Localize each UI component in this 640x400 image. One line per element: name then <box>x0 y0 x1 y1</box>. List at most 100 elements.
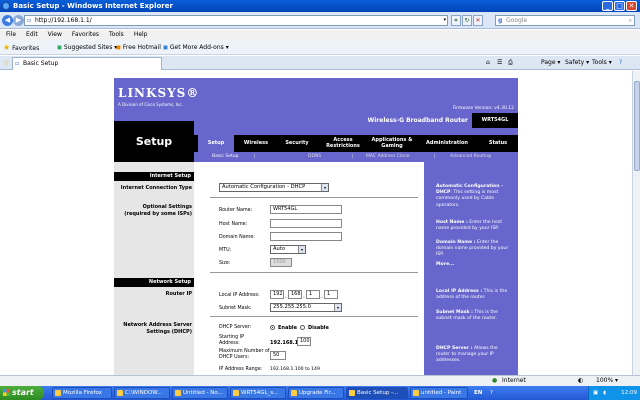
menu-help[interactable]: Help <box>134 31 148 38</box>
subtab-ddns[interactable]: DDNS <box>308 152 321 162</box>
scrollbar-thumb[interactable] <box>634 81 640 171</box>
clock[interactable]: 12:09 <box>621 390 637 396</box>
ip-octet-2[interactable]: 168 <box>288 290 302 299</box>
app-icon <box>233 390 239 396</box>
maximize-button[interactable]: □ <box>614 1 625 11</box>
menu-file[interactable]: File <box>6 31 16 38</box>
menu-view[interactable]: View <box>48 31 62 38</box>
favorite-add-ons[interactable]: ◼ Get More Add-ons ▾ <box>163 40 229 55</box>
help-title: Host Name : <box>436 220 468 225</box>
mtu-select[interactable]: Auto ▾ <box>270 245 306 254</box>
subtab-basic-setup[interactable]: Basic Setup <box>212 152 238 162</box>
network-icon[interactable]: ▣ <box>593 386 598 400</box>
linksys-logo: LINKSYS® <box>118 86 200 100</box>
domain-name-input[interactable] <box>270 232 342 241</box>
linksys-subtitle: A Division of Cisco Systems, Inc. <box>118 102 183 107</box>
menu-bar: File Edit View Favorites Tools Help <box>0 30 640 40</box>
router-tab-applications-gaming[interactable]: Applications & Gaming <box>370 135 414 152</box>
ip-octet-1[interactable]: 192 <box>270 290 284 299</box>
router-tab-administration[interactable]: Administration <box>418 135 476 152</box>
router-tab-wireless[interactable]: Wireless <box>238 135 274 152</box>
search-icon[interactable]: ⌕ <box>629 16 632 25</box>
taskbar-item[interactable]: C:\WINDOW... <box>114 387 170 399</box>
help-icon[interactable]: ? <box>619 56 622 70</box>
dhcp-enable-radio[interactable] <box>270 325 275 330</box>
local-ip-label: Local IP Address: <box>219 293 260 298</box>
address-input[interactable]: ▫ http://192.168.1.1/ ▾ <box>24 15 448 26</box>
page-icon: ▫ <box>15 60 20 67</box>
connection-type-value: Automatic Configuration - DHCP <box>222 184 306 190</box>
search-input[interactable]: g Google ⌕ <box>495 15 635 26</box>
router-name-input[interactable]: WRT54GL <box>270 205 342 214</box>
tools-menu[interactable]: Tools ▾ <box>592 56 612 70</box>
ip-octet-3[interactable]: 1 <box>306 290 320 299</box>
forward-button[interactable]: ▶ <box>13 15 24 26</box>
host-name-input[interactable] <box>270 219 342 228</box>
router-tab-access-restrictions[interactable]: Access Restrictions <box>320 135 366 152</box>
taskbar-item[interactable]: Upgrade Fir... <box>288 387 344 399</box>
router-tab-security[interactable]: Security <box>278 135 316 152</box>
zoom-level[interactable]: 100% ▾ <box>596 376 618 386</box>
volume-icon[interactable]: ◖ <box>603 386 606 400</box>
section-title: Setup <box>114 121 194 162</box>
menu-favorites[interactable]: Favorites <box>72 31 99 38</box>
size-input[interactable]: 1500 <box>270 258 292 267</box>
address-toolbar: ◀ ▶ ▫ http://192.168.1.1/ ▾ ⌗ ↻ ✕ g Goog… <box>0 12 640 29</box>
taskbar-item[interactable]: untitled - Paint <box>410 387 468 399</box>
start-button[interactable]: start <box>0 386 44 400</box>
disable-label: Disable <box>308 325 329 331</box>
app-icon <box>117 390 123 396</box>
status-bar: ● Internet ◐ 100% ▾ <box>0 375 640 386</box>
taskbar: start Mozilla Firefox C:\WINDOW... Untit… <box>0 386 640 400</box>
minimize-button[interactable]: _ <box>602 1 613 11</box>
tab-basic-setup[interactable]: ▫ Basic Setup <box>12 57 162 70</box>
ip-octet-4[interactable]: 1 <box>324 290 338 299</box>
language-indicator[interactable]: EN <box>474 386 482 400</box>
start-ip-input[interactable]: 100 <box>297 337 311 346</box>
connection-type-select[interactable]: Automatic Configuration - DHCP ▾ <box>219 183 329 192</box>
subnet-select[interactable]: 255.255.255.0 ▾ <box>270 303 342 312</box>
home-icon[interactable]: ⌂ <box>486 56 490 70</box>
model-name: WRT54GL <box>472 113 518 128</box>
chevron-down-icon: ▾ <box>334 304 341 311</box>
help-more-link[interactable]: More... <box>436 262 512 268</box>
site-icon: ◼ <box>116 44 121 51</box>
print-icon[interactable]: ⎙ <box>508 56 513 70</box>
connection-type-label: Internet Connection Type <box>120 185 192 191</box>
stop-icon[interactable]: ✕ <box>473 15 483 26</box>
favorites-label: Favorites <box>12 45 40 52</box>
favorites-star-icon[interactable]: ☆ <box>3 56 9 70</box>
favorites-button[interactable]: ★ Favorites <box>3 40 39 55</box>
router-tab-status[interactable]: Status <box>480 135 516 152</box>
divider <box>210 197 420 198</box>
chevron-down-icon[interactable]: ▾ <box>443 16 446 25</box>
router-tab-setup[interactable]: Setup <box>198 135 234 152</box>
favorite-free-hotmail[interactable]: ◼ Free Hotmail <box>116 40 161 55</box>
protected-mode-icon: ◐ <box>578 377 584 384</box>
taskbar-item[interactable]: Untitled - No... <box>172 387 228 399</box>
taskbar-item[interactable]: WRT54GL_s... <box>230 387 286 399</box>
taskbar-item-active[interactable]: Basic Setup -... <box>346 387 408 399</box>
favorite-suggested-sites[interactable]: ◼ Suggested Sites ▾ <box>57 40 117 55</box>
network-setup-header: Network Setup <box>114 278 194 287</box>
menu-edit[interactable]: Edit <box>26 31 38 38</box>
back-button[interactable]: ◀ <box>2 15 13 26</box>
refresh-icon[interactable]: ↻ <box>462 15 472 26</box>
dhcp-disable-radio[interactable] <box>300 325 305 330</box>
safety-menu[interactable]: Safety ▾ <box>565 56 589 70</box>
help-icon[interactable]: ? <box>490 386 493 400</box>
subtab-advanced-routing[interactable]: Advanced Routing <box>450 152 491 162</box>
vertical-scrollbar[interactable] <box>632 71 640 375</box>
subtab-mac-clone[interactable]: MAC Address Clone <box>366 152 410 162</box>
page-menu[interactable]: Page ▾ <box>541 56 560 70</box>
app-icon <box>349 390 355 396</box>
divider <box>210 272 420 273</box>
max-users-input[interactable]: 50 <box>270 351 286 360</box>
feeds-icon[interactable]: ☰ <box>497 56 502 70</box>
compatibility-icon[interactable]: ⌗ <box>451 15 461 26</box>
firmware-version: Firmware Version: v4.30.12 <box>452 106 514 111</box>
taskbar-item[interactable]: Mozilla Firefox <box>52 387 112 399</box>
menu-tools[interactable]: Tools <box>109 31 124 38</box>
fav-label: Suggested Sites ▾ <box>63 44 118 51</box>
close-button[interactable]: ✕ <box>626 1 637 11</box>
